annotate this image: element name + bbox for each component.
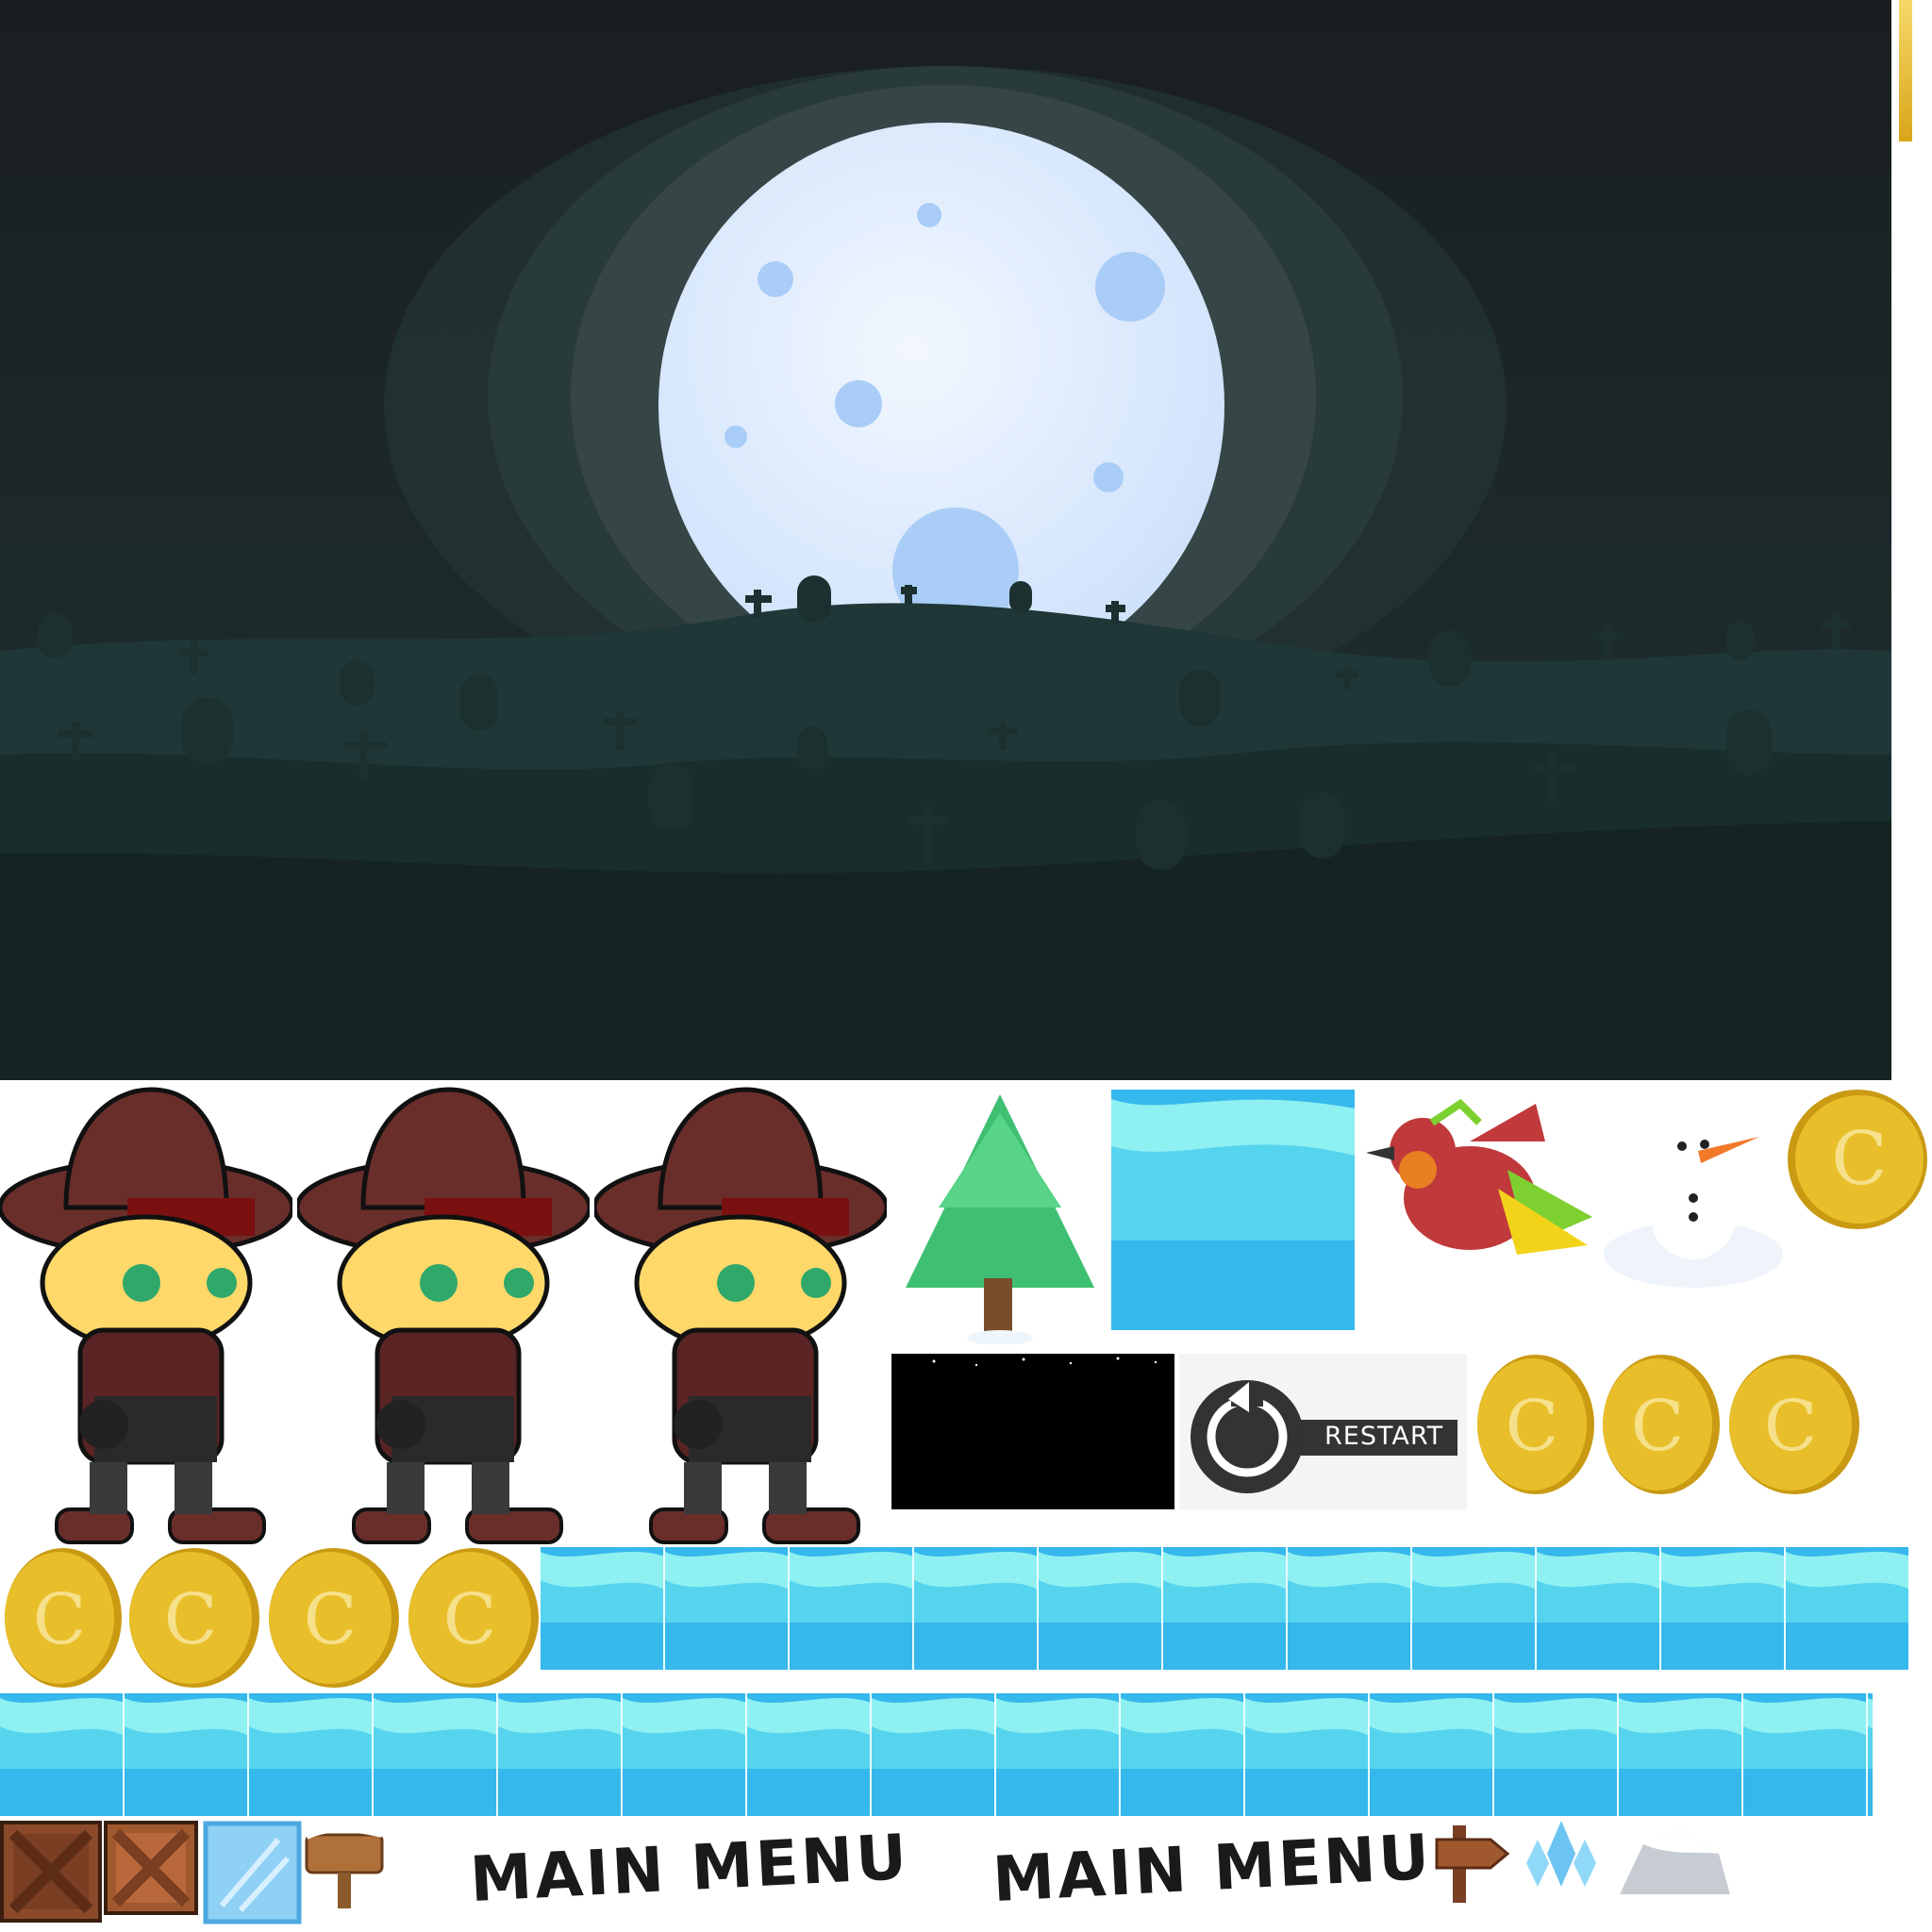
ice-block-icon — [203, 1821, 302, 1924]
wooden-crate-icon — [104, 1821, 198, 1915]
cowboy-sprite-2 — [294, 1085, 592, 1547]
svg-text:C: C — [304, 1579, 358, 1660]
gold-coin-icon: C — [404, 1547, 541, 1689]
gold-coin-icon: C — [1724, 1354, 1861, 1495]
wooden-sign-icon — [302, 1825, 387, 1910]
cowboy-sprite-1 — [0, 1085, 295, 1547]
snowman-icon — [1599, 1099, 1788, 1288]
restart-label: RESTART — [1324, 1422, 1444, 1451]
gold-coin-icon: C — [0, 1547, 123, 1689]
water-strip-lower — [0, 1693, 1873, 1816]
starry-night-tile — [891, 1354, 1174, 1509]
gold-coin-icon: C — [1599, 1354, 1720, 1495]
arrow-signpost-icon — [1432, 1821, 1512, 1906]
svg-text:C: C — [1506, 1386, 1559, 1467]
scroll-indicator — [1896, 0, 1912, 142]
svg-text:C: C — [164, 1579, 218, 1660]
restart-button[interactable]: RESTART — [1179, 1354, 1467, 1509]
night-scene-svg — [0, 0, 1891, 1080]
graveyard-background — [0, 0, 1891, 1080]
water-tile-icon — [1111, 1090, 1355, 1330]
gold-coin-icon: C — [1786, 1088, 1929, 1231]
svg-text:C: C — [33, 1579, 87, 1660]
ice-crystal-icon — [1519, 1821, 1604, 1891]
svg-text:C: C — [443, 1579, 497, 1660]
red-bird-icon — [1357, 1085, 1597, 1311]
wooden-crate-icon — [0, 1821, 102, 1923]
main-menu-label-1[interactable]: MAIN MENU — [468, 1821, 911, 1916]
svg-text:C: C — [1631, 1386, 1685, 1467]
gold-coin-icon: C — [264, 1547, 401, 1689]
gold-coin-icon: C — [125, 1547, 261, 1689]
svg-text:C: C — [1831, 1117, 1888, 1202]
water-strip-upper — [541, 1547, 1908, 1670]
snow-rock-icon — [1615, 1821, 1733, 1896]
gold-coin-icon: C — [1474, 1354, 1594, 1495]
svg-text:C: C — [1764, 1386, 1818, 1467]
cowboy-sprite-3 — [591, 1085, 890, 1547]
pine-tree-icon — [891, 1094, 1108, 1345]
main-menu-label-2[interactable]: MAIN MENU — [991, 1821, 1434, 1916]
